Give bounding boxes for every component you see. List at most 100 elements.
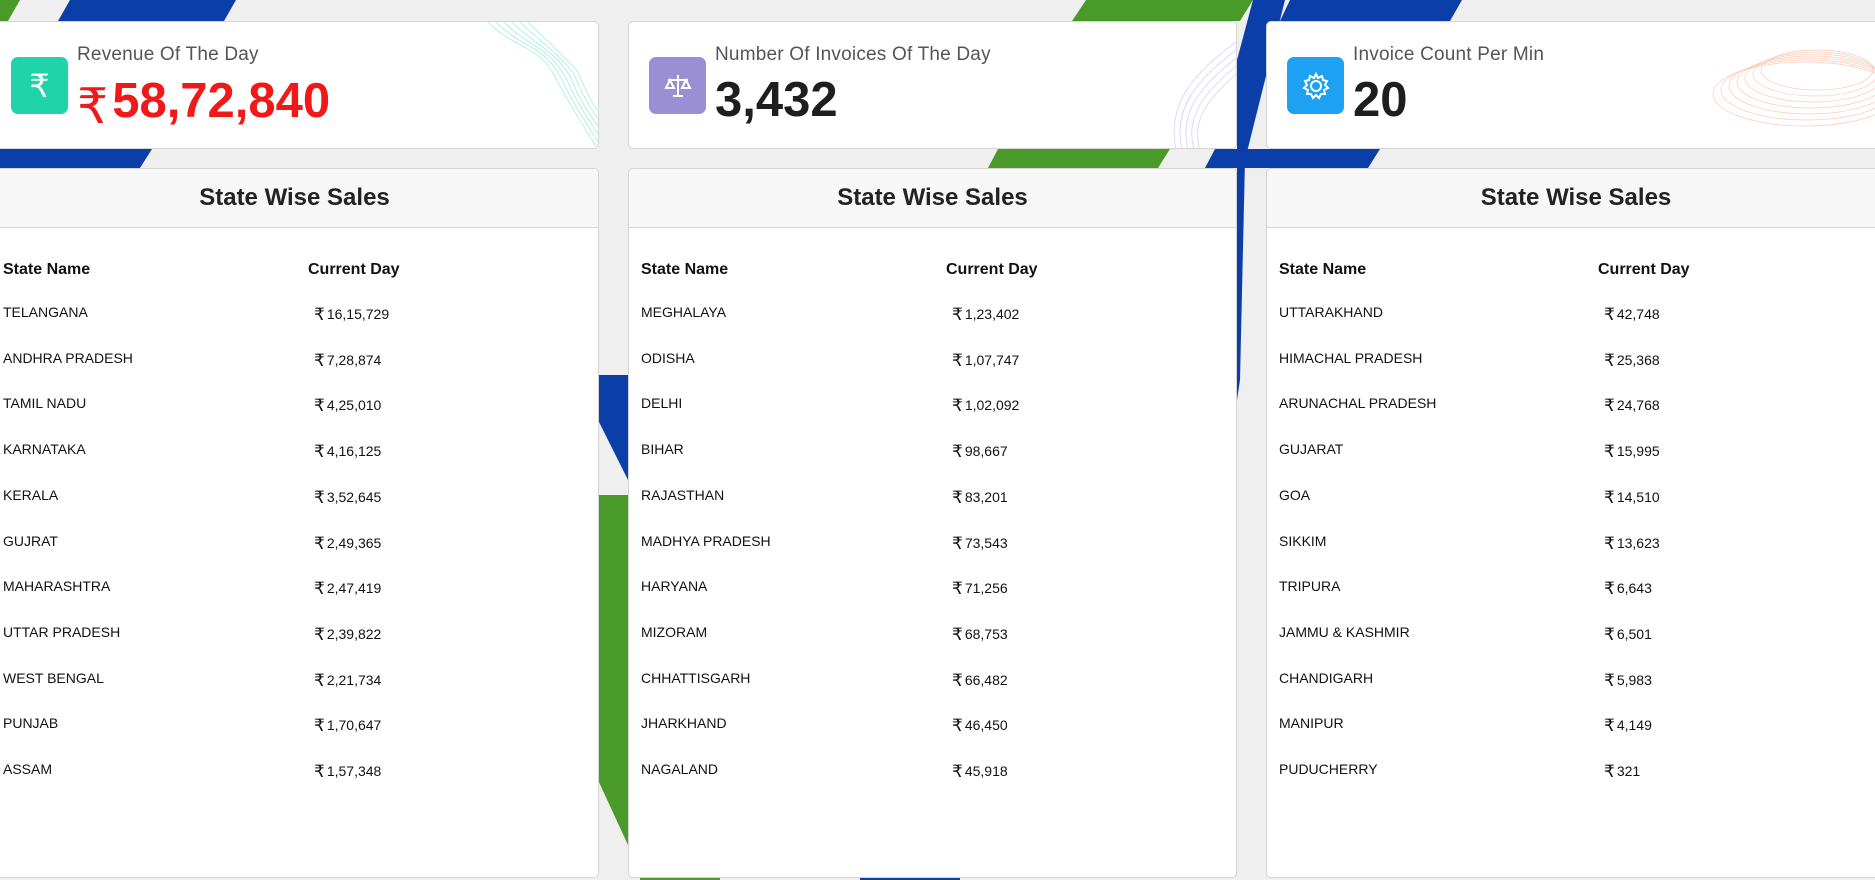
state-name-cell: CHHATTISGARH <box>641 669 751 686</box>
column-header-state: State Name <box>3 261 91 278</box>
wave-decoration <box>1712 49 1875 127</box>
table-row: GOA ₹14,510 <box>1267 487 1875 507</box>
state-name-cell: SIKKIM <box>1279 532 1327 549</box>
rupee-icon: ₹ <box>1604 487 1615 507</box>
column-header-current-day: Current Day <box>308 261 400 278</box>
rupee-icon: ₹ <box>314 533 325 553</box>
state-name-cell: MANIPUR <box>1279 715 1344 732</box>
amount-cell: ₹13,623 <box>1604 533 1660 553</box>
table-row: DELHI ₹1,02,092 <box>629 395 1236 415</box>
rupee-icon: ₹ <box>1604 350 1615 370</box>
rupee-icon: ₹ <box>1604 716 1615 736</box>
rupee-icon: ₹ <box>952 762 963 781</box>
state-name-cell: TAMIL NADU <box>3 395 87 412</box>
amount-cell: ₹3,52,645 <box>314 487 382 507</box>
state-name-cell: ASSAM <box>3 761 53 777</box>
amount-cell: ₹15,995 <box>1604 442 1660 462</box>
state-name-cell: RAJASTHAN <box>641 486 725 503</box>
rupee-icon: ₹ <box>314 579 325 599</box>
amount-cell: ₹7,28,874 <box>314 350 382 370</box>
table-row: MANIPUR ₹4,149 <box>1267 715 1875 735</box>
revenue-card: ₹ Revenue Of The Day ₹58,72,840 <box>0 21 599 149</box>
state-name-cell: KERALA <box>3 486 59 503</box>
table-title: State Wise Sales <box>1267 169 1875 228</box>
rupee-icon: ₹ <box>1604 624 1615 644</box>
amount-cell: ₹16,15,729 <box>314 305 390 324</box>
table-row: NAGALAND ₹45,918 <box>629 761 1236 781</box>
rupee-icon: ₹ <box>314 762 325 781</box>
table-row: JAMMU & KASHMIR ₹6,501 <box>1267 624 1875 644</box>
rupee-icon: ₹ <box>314 442 325 462</box>
amount-cell: ₹71,256 <box>952 579 1008 599</box>
state-name-cell: TELANGANA <box>3 304 88 320</box>
wave-decoration <box>487 22 598 148</box>
column-header-current-day: Current Day <box>946 261 1038 278</box>
rupee-icon: ₹ <box>952 305 963 324</box>
state-name-cell: CHANDIGARH <box>1279 669 1374 686</box>
rupee-icon: ₹ <box>314 716 325 736</box>
amount-cell: ₹1,07,747 <box>952 350 1020 370</box>
rupee-icon: ₹ <box>1604 396 1615 416</box>
amount-cell: ₹25,368 <box>1604 350 1660 370</box>
table-row: ASSAM ₹1,57,348 <box>0 761 598 781</box>
state-name-cell: GUJARAT <box>1279 441 1344 458</box>
state-name-cell: ODISHA <box>641 349 695 366</box>
state-sales-table-2: State Wise Sales State Name Current Day … <box>628 168 1237 878</box>
table-row: CHANDIGARH ₹5,983 <box>1267 670 1875 690</box>
table-row: HIMACHAL PRADESH ₹25,368 <box>1267 350 1875 370</box>
rupee-icon: ₹ <box>314 670 325 690</box>
rupee-icon: ₹ <box>314 396 325 416</box>
state-name-cell: ARUNACHAL PRADESH <box>1279 395 1437 412</box>
amount-cell: ₹1,02,092 <box>952 396 1020 416</box>
rupee-icon: ₹ <box>952 624 963 644</box>
state-name-cell: MIZORAM <box>641 623 708 640</box>
amount-cell: ₹2,39,822 <box>314 624 382 644</box>
rupee-icon: ₹ <box>11 57 68 114</box>
stat-title: Invoice Count Per Min <box>1353 44 1545 65</box>
rupee-icon: ₹ <box>1604 305 1615 324</box>
invoice-per-min-card: Invoice Count Per Min 20 <box>1266 21 1875 149</box>
invoice-per-min-value: 20 <box>1353 73 1408 127</box>
rupee-icon: ₹ <box>1604 579 1615 599</box>
amount-cell: ₹6,501 <box>1604 624 1652 644</box>
rupee-icon: ₹ <box>952 716 963 736</box>
table-row: TRIPURA ₹6,643 <box>1267 578 1875 598</box>
state-name-cell: MADHYA PRADESH <box>641 532 771 549</box>
rupee-icon: ₹ <box>952 579 963 599</box>
column-header-state: State Name <box>641 261 729 278</box>
state-name-cell: ANDHRA PRADESH <box>3 349 133 366</box>
table-row: ARUNACHAL PRADESH ₹24,768 <box>1267 395 1875 415</box>
table-row: UTTARAKHAND ₹42,748 <box>1267 304 1875 324</box>
table-row: JHARKHAND ₹46,450 <box>629 715 1236 735</box>
amount-cell: ₹2,47,419 <box>314 579 382 599</box>
column-header-state: State Name <box>1279 261 1367 278</box>
amount-cell: ₹1,57,348 <box>314 762 382 781</box>
stat-title: Revenue Of The Day <box>77 44 259 65</box>
table-row: GUJRAT ₹2,49,365 <box>0 533 598 553</box>
rupee-icon: ₹ <box>1604 442 1615 462</box>
state-name-cell: HARYANA <box>641 578 708 595</box>
rupee-icon: ₹ <box>1604 533 1615 553</box>
table-row: MADHYA PRADESH ₹73,543 <box>629 533 1236 553</box>
state-name-cell: UTTAR PRADESH <box>3 623 121 640</box>
table-row: MIZORAM ₹68,753 <box>629 624 1236 644</box>
state-name-cell: GOA <box>1279 486 1311 503</box>
state-sales-table-1: State Wise Sales State Name Current Day … <box>0 168 599 878</box>
rupee-icon: ₹ <box>952 396 963 416</box>
table-row: KERALA ₹3,52,645 <box>0 487 598 507</box>
table-row: TAMIL NADU ₹4,25,010 <box>0 395 598 415</box>
amount-cell: ₹42,748 <box>1604 305 1660 324</box>
amount-cell: ₹4,16,125 <box>314 442 382 462</box>
table-row: TELANGANA ₹16,15,729 <box>0 304 598 324</box>
table-row: KARNATAKA ₹4,16,125 <box>0 441 598 461</box>
rupee-icon: ₹ <box>952 670 963 690</box>
state-name-cell: BIHAR <box>641 441 684 458</box>
amount-cell: ₹4,25,010 <box>314 396 382 416</box>
amount-cell: ₹45,918 <box>952 762 1008 781</box>
amount-cell: ₹73,543 <box>952 533 1008 553</box>
table-row: ANDHRA PRADESH ₹7,28,874 <box>0 350 598 370</box>
table-row: MAHARASHTRA ₹2,47,419 <box>0 578 598 598</box>
state-name-cell: UTTARAKHAND <box>1279 304 1383 320</box>
amount-cell: ₹14,510 <box>1604 487 1660 507</box>
table-row: RAJASTHAN ₹83,201 <box>629 487 1236 507</box>
